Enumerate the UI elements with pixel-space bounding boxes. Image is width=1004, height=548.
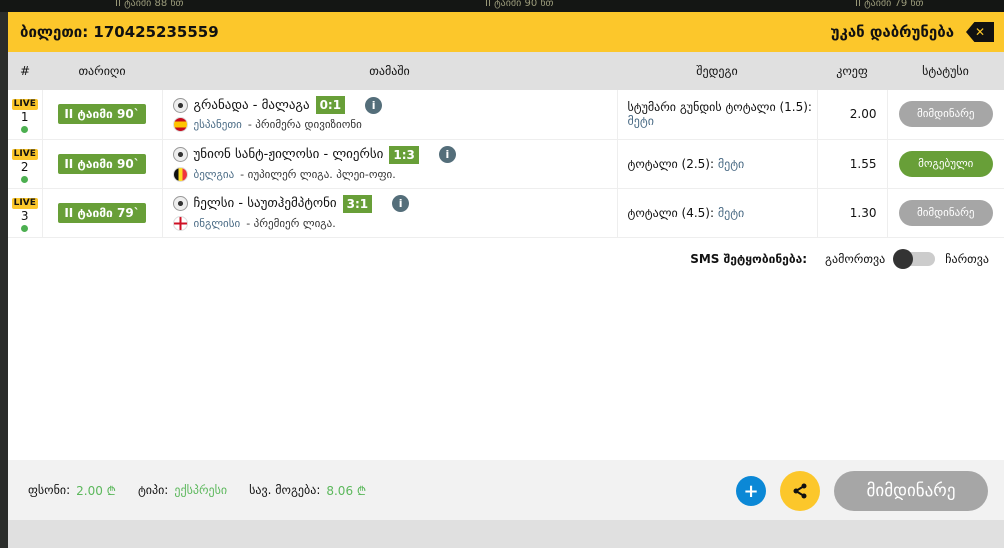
live-badge: LIVE	[11, 99, 38, 111]
flag-icon	[172, 166, 188, 182]
country-link[interactable]: ბელგია	[194, 168, 235, 181]
table-row: LIVE 1 II ტაიმი 90` გრანადა - მალაგა 0:1 i …	[8, 90, 1004, 140]
bet-pick: მეტი	[717, 156, 745, 171]
country-link[interactable]: ინგლისი	[194, 217, 241, 230]
back-button[interactable]: უკან დაბრუნება ✕	[831, 22, 994, 42]
live-badge: LIVE	[11, 197, 38, 209]
flag-icon	[172, 215, 188, 231]
col-result: შედეგი	[617, 52, 817, 90]
ticket-title: ბილეთი: 170425235559	[20, 23, 219, 41]
bet-pick: მეტი	[717, 205, 745, 220]
odds-cell: 2.00	[817, 90, 888, 140]
live-dot	[21, 126, 29, 134]
background-panel	[0, 12, 8, 548]
back-label: უკან დაბრუნება	[830, 23, 954, 41]
status-cell: მოგებული	[887, 139, 1004, 189]
status-badge: მიმდინარე	[898, 101, 993, 128]
match-cell: უნიონ სანტ-ჟილოსი - ლიერსი 1:3 i ბელგია - …	[162, 139, 618, 189]
match-cell: გრანადა - მალაგა 0:1 i ესპანეთი - პრიმერა …	[162, 90, 618, 140]
live-dot	[21, 224, 29, 232]
bg-live-label: II ტაიმი 79 წთ	[855, 0, 924, 9]
soccer-ball-icon	[172, 147, 188, 162]
date-cell: II ტაიმი 79`	[42, 188, 163, 238]
match-time: II ტაიმი 79`	[58, 202, 146, 223]
row-number: 2	[20, 159, 29, 174]
share-button[interactable]	[780, 471, 820, 511]
odds-cell: 1.55	[817, 139, 888, 189]
background-live-strip: II ტაიმი 88 წთ II ტაიმი 90 წთ II ტაიმი 7…	[0, 0, 1004, 12]
match-name: გრანადა - მალაგა	[193, 97, 310, 113]
stake-label: ფსონი:	[28, 483, 71, 497]
flag-icon	[172, 117, 188, 133]
col-date: თარიღი	[42, 52, 162, 90]
info-icon[interactable]: i	[438, 146, 456, 163]
row-num-cell: LIVE 2	[8, 139, 43, 189]
bets-table: # თარიღი თამაში შედეგი კოეფ სტატუსი LIVE…	[8, 52, 1004, 238]
match-name: ჩელსი - საუთჰემპტონი	[193, 196, 337, 211]
live-dot	[21, 175, 29, 183]
match-name: უნიონ სანტ-ჟილოსი - ლიერსი	[193, 147, 384, 162]
bet-type: ტოტალი (4.5):	[627, 205, 718, 220]
score: 1:3	[389, 145, 419, 164]
info-icon[interactable]: i	[365, 96, 383, 114]
result-cell: სტუმარი გუნდის ტოტალი (1.5): მეტი	[617, 90, 818, 140]
bet-pick: მეტი	[627, 114, 654, 129]
odds-cell: 1.30	[817, 188, 888, 238]
ticket-modal: ბილეთი: 170425235559 უკან დაბრუნება ✕ # …	[8, 12, 1004, 548]
soccer-ball-icon	[172, 196, 188, 211]
score: 3:1	[342, 194, 373, 213]
table-row: LIVE 2 II ტაიმი 90` უნიონ სანტ-ჟილოსი - ლ…	[8, 139, 1004, 189]
status-badge: მიმდინარე	[898, 199, 993, 226]
col-odds: კოეფ	[817, 52, 887, 90]
score: 0:1	[315, 96, 346, 115]
status-badge: მოგებული	[898, 150, 993, 177]
row-number: 1	[20, 110, 29, 125]
share-icon	[793, 483, 807, 499]
col-match: თამაში	[162, 52, 617, 90]
match-time: II ტაიმი 90`	[58, 104, 146, 125]
table-row: LIVE 3 II ტაიმი 79` ჩელსი - საუთჰემპტონი 3…	[8, 188, 1004, 238]
bottom-bar	[8, 520, 1004, 548]
result-cell: ტოტალი (4.5): მეტი	[617, 188, 818, 238]
league-name: - პრიმერა დივიზიონი	[247, 118, 362, 132]
league-name: - პრემიერ ლიგა.	[246, 216, 336, 230]
add-button[interactable]: +	[736, 476, 766, 506]
toggle-knob[interactable]	[893, 248, 914, 269]
status-cell: მიმდინარე	[887, 188, 1004, 238]
result-cell: ტოტალი (2.5): მეტი	[617, 139, 818, 189]
bet-type: ტოტალი (2.5):	[627, 156, 718, 171]
modal-header: ბილეთი: 170425235559 უკან დაბრუნება ✕	[8, 12, 1004, 52]
sms-notifications: SMS შეტყობინება: გამორთვა ჩართვა	[8, 238, 1004, 269]
stake-value: 2.00 ₾	[76, 483, 116, 498]
type-label: ტიპი:	[137, 483, 169, 497]
win-label: სავ. მოგება:	[249, 483, 321, 497]
win-value: 8.06 ₾	[326, 483, 367, 498]
close-icon[interactable]: ✕	[966, 22, 994, 42]
bg-live-label: II ტაიმი 90 წთ	[485, 0, 554, 9]
match-time: II ტაიმი 90`	[58, 153, 146, 174]
soccer-ball-icon	[172, 97, 188, 113]
sms-on-label: ჩართვა	[945, 251, 989, 266]
info-icon[interactable]: i	[392, 195, 410, 212]
live-badge: LIVE	[11, 148, 38, 160]
date-cell: II ტაიმი 90`	[42, 139, 163, 189]
sms-label: SMS შეტყობინება:	[690, 251, 808, 266]
sms-toggle[interactable]	[893, 248, 936, 269]
ticket-footer: ფსონი: 2.00 ₾ ტიპი: ექსპრესი სავ. მოგება: 8…	[8, 460, 1004, 520]
league-name: - იუპილერ ლიგა. პლეი-ოფი.	[240, 167, 396, 181]
col-num: #	[8, 52, 42, 90]
col-status: სტატუსი	[887, 52, 1004, 90]
match-cell: ჩელსი - საუთჰემპტონი 3:1 i ინგლისი - პრემი…	[162, 188, 618, 238]
date-cell: II ტაიმი 90`	[42, 90, 163, 140]
bet-type: სტუმარი გუნდის ტოტალი (1.5):	[627, 100, 812, 115]
row-num-cell: LIVE 3	[8, 188, 43, 238]
sms-off-label: გამორთვა	[825, 251, 886, 266]
type-value: ექსპრესი	[174, 483, 228, 497]
row-number: 3	[20, 208, 29, 223]
bg-live-label: II ტაიმი 88 წთ	[115, 0, 184, 9]
status-cell: მიმდინარე	[887, 90, 1004, 140]
row-num-cell: LIVE 1	[8, 90, 43, 140]
country-link[interactable]: ესპანეთი	[194, 118, 242, 131]
ticket-status-button[interactable]: მიმდინარე	[834, 471, 988, 511]
